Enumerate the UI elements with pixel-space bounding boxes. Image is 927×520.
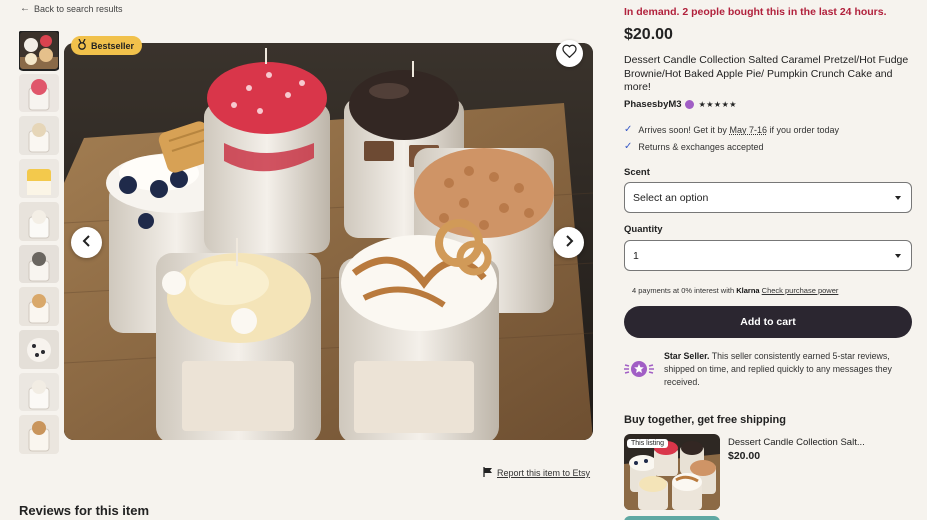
thumbnail[interactable]	[19, 287, 59, 326]
back-link-label: Back to search results	[34, 3, 123, 14]
scent-value: Select an option	[633, 191, 709, 204]
thumbnail[interactable]	[19, 159, 59, 198]
back-to-search-link[interactable]: ← Back to search results	[20, 3, 123, 14]
scent-label: Scent	[624, 167, 650, 178]
thumbnail[interactable]	[19, 415, 59, 454]
reviews-heading: Reviews for this item	[19, 503, 150, 518]
listing-page: ← Back to search results Bestseller Repo…	[0, 0, 927, 520]
listing-title: Dessert Candle Collection Salted Caramel…	[624, 54, 909, 93]
shop-name-link[interactable]: PhasesbyM3	[624, 99, 682, 110]
thumbnail[interactable]	[19, 31, 59, 71]
chevron-left-icon	[82, 234, 92, 252]
thumbnail[interactable]	[19, 116, 59, 156]
thumbnail-strip	[19, 31, 59, 454]
bestseller-badge: Bestseller	[71, 36, 143, 55]
report-item-link[interactable]: Report this item to Etsy	[483, 467, 590, 479]
arrival-text: Arrives soon! Get it by May 7-16 if you …	[638, 125, 839, 135]
buy-together-item-title[interactable]: Dessert Candle Collection Salt...	[728, 437, 865, 448]
quantity-label: Quantity	[624, 224, 663, 235]
arrow-left-icon: ←	[20, 3, 30, 14]
report-link-label: Report this item to Etsy	[497, 468, 591, 478]
klarna-link[interactable]: Check purchase power	[762, 286, 839, 295]
returns-info: ✓ Returns & exchanges accepted	[624, 141, 763, 152]
thumbnail[interactable]	[19, 244, 59, 284]
klarna-info: 4 payments at 0% interest with Klarna Ch…	[632, 286, 838, 295]
star-seller-title: Star Seller.	[664, 351, 710, 361]
check-icon: ✓	[624, 141, 633, 152]
medal-icon	[77, 38, 87, 52]
star-seller-icon	[684, 100, 694, 109]
arrival-prefix: Arrives soon! Get it by	[638, 124, 727, 135]
buy-together-next-item-image[interactable]	[624, 516, 720, 520]
arrival-dates[interactable]: May 7-16	[729, 125, 767, 135]
scent-select[interactable]: Select an option	[624, 182, 912, 213]
chevron-right-icon	[564, 234, 574, 252]
returns-text: Returns & exchanges accepted	[638, 141, 764, 152]
previous-image-button[interactable]	[71, 227, 102, 258]
quantity-select[interactable]: 1	[624, 240, 912, 271]
klarna-prefix: 4 payments at 0% interest with	[632, 286, 735, 295]
caret-down-icon	[895, 253, 901, 258]
star-seller-text: Star Seller. This seller consistently ea…	[664, 350, 912, 389]
heart-icon	[562, 44, 577, 63]
check-icon: ✓	[624, 124, 633, 135]
thumbnail[interactable]	[19, 73, 59, 113]
bestseller-label: Bestseller	[91, 40, 135, 51]
thumbnail[interactable]	[19, 372, 59, 412]
price: $20.00	[624, 26, 673, 43]
main-product-image	[64, 43, 593, 440]
arrival-suffix: if you order today	[769, 124, 840, 135]
buy-together-item-image[interactable]: This listing	[624, 434, 720, 510]
thumbnail[interactable]	[19, 329, 59, 369]
quantity-value: 1	[633, 249, 639, 262]
add-to-cart-button[interactable]: Add to cart	[624, 306, 912, 338]
flag-icon	[483, 467, 493, 479]
caret-down-icon	[895, 195, 901, 200]
buy-together-item-price: $20.00	[728, 450, 761, 462]
shop-info: PhasesbyM3 ★★★★★	[624, 99, 737, 110]
this-listing-tag: This listing	[627, 439, 669, 448]
star-seller-description: This seller consistently earned 5-star r…	[664, 351, 892, 387]
arrival-info: ✓ Arrives soon! Get it by May 7-16 if yo…	[624, 124, 839, 135]
favorite-button[interactable]	[556, 40, 583, 67]
demand-notice: In demand. 2 people bought this in the l…	[624, 6, 887, 18]
rating-stars[interactable]: ★★★★★	[699, 100, 737, 109]
klarna-brand: Klarna	[736, 286, 760, 295]
star-seller-badge-icon	[624, 358, 654, 380]
thumbnail[interactable]	[19, 201, 59, 241]
buy-together-heading: Buy together, get free shipping	[624, 414, 786, 426]
next-image-button[interactable]	[553, 227, 584, 258]
